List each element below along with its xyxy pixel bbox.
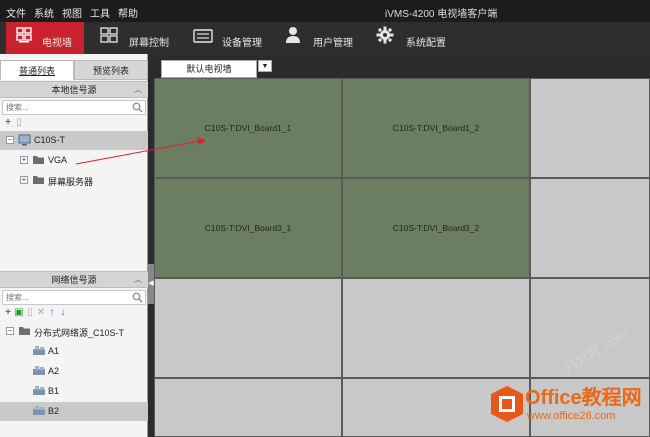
folder-icon <box>18 325 31 338</box>
wall-screen-10[interactable] <box>154 378 342 437</box>
tree-label-distributed-source: 分布式网络源_C10S-T <box>34 328 125 338</box>
tree-node-screen-server[interactable]: + 屏幕服务器 <box>0 171 148 190</box>
tree-node-a2[interactable]: A2 <box>0 362 148 381</box>
watermark-url: www.office26.com <box>527 410 616 422</box>
collapse-icon[interactable]: − <box>6 136 14 144</box>
camera-group-icon <box>32 345 46 358</box>
local-search-input[interactable] <box>3 101 123 114</box>
tree-node-b1[interactable]: B1 <box>0 382 148 401</box>
nav-tv-wall-label: 电视墙 <box>42 38 72 49</box>
expand-icon[interactable]: + <box>20 156 28 164</box>
wall-screen-4[interactable]: C10S-T:DVI_Board3_1 <box>154 178 342 278</box>
tv-wall-grid: C10S-T:DVI_Board1_1 C10S-T:DVI_Board1_2 … <box>154 78 650 437</box>
search-icon[interactable] <box>132 102 143 115</box>
search-icon[interactable] <box>132 292 143 305</box>
tree-node-c10s-t[interactable]: − C10S-T <box>0 131 148 150</box>
app-title: iVMS-4200 电视墙客户端 <box>385 9 498 20</box>
chevron-up-icon[interactable]: ︿ <box>134 272 142 288</box>
move-up-icon[interactable]: ↑ <box>47 307 57 319</box>
local-toolbar: + ▯ <box>3 117 25 129</box>
screen-label: C10S-T:DVI_Board1_1 <box>204 123 292 133</box>
local-source-header[interactable]: 本地信号源 ︿ <box>0 81 148 98</box>
add-icon[interactable]: + <box>3 307 13 319</box>
wall-screen-8[interactable] <box>342 278 530 378</box>
copy-icon[interactable]: ▯ <box>14 117 24 129</box>
nav-screen-control[interactable]: 屏幕控制 <box>98 22 183 54</box>
move-down-icon[interactable]: ↓ <box>58 307 68 319</box>
monitor-icon <box>18 134 31 148</box>
gear-icon <box>376 26 394 46</box>
menu-help[interactable]: 帮助 <box>118 5 138 20</box>
chevron-up-icon[interactable]: ︿ <box>134 82 142 98</box>
watermark-brand: Office教程网 <box>525 387 642 409</box>
office-logo-icon <box>490 385 524 425</box>
wall-screen-6[interactable] <box>530 178 650 278</box>
menu-bar: 文件 系统 视图 工具 帮助 iVMS-4200 电视墙客户端 <box>0 0 650 22</box>
grid-icon <box>100 27 118 45</box>
collapse-icon[interactable]: − <box>6 327 14 335</box>
nav-device-management-label: 设备管理 <box>222 38 262 49</box>
tab-preview-list[interactable]: 预览列表 <box>74 60 148 80</box>
tree-label-a2: A2 <box>48 366 60 376</box>
nav-user-management-label: 用户管理 <box>313 38 353 49</box>
screen-label: C10S-T:DVI_Board1_2 <box>392 123 480 133</box>
copy-icon[interactable]: ▯ <box>25 307 35 319</box>
nav-tv-wall[interactable]: 电视墙 <box>6 22 84 54</box>
network-toolbar: + ▣ ▯ ✕ ↑ ↓ <box>3 307 69 319</box>
menu-tools[interactable]: 工具 <box>90 5 110 20</box>
local-source-title: 本地信号源 <box>51 85 97 95</box>
screen-label: C10S-T:DVI_Board3_2 <box>392 223 480 233</box>
chevron-down-icon[interactable]: ▼ <box>258 60 272 72</box>
tree-label-b1: B1 <box>48 386 60 396</box>
local-search-box <box>2 100 146 115</box>
nav-screen-control-label: 屏幕控制 <box>129 38 169 49</box>
left-panel: 普通列表 预览列表 本地信号源 ︿ +▯ − C10S-T + VGA <box>0 54 148 437</box>
menu-system[interactable]: 系统 <box>34 5 54 20</box>
user-icon <box>285 26 301 46</box>
network-source-title: 网络信号源 <box>51 275 97 285</box>
wall-screen-7[interactable] <box>154 278 342 378</box>
network-search-box <box>2 290 146 305</box>
tree-label-screen-server: 屏幕服务器 <box>48 177 94 187</box>
tab-normal-list[interactable]: 普通列表 <box>0 60 74 80</box>
tree-label-a1: A1 <box>48 346 60 356</box>
camera-group-icon <box>32 365 46 378</box>
device-icon <box>193 29 213 45</box>
wall-screen-3[interactable] <box>530 78 650 178</box>
nav-system-config-label: 系统配置 <box>406 38 446 49</box>
screen-label: C10S-T:DVI_Board3_1 <box>204 223 292 233</box>
tree-label-b2: B2 <box>48 406 60 416</box>
folder-icon <box>32 174 45 187</box>
folder-icon <box>32 154 45 167</box>
tv-wall-select[interactable]: 默认电视墙 <box>161 60 257 78</box>
menu-file[interactable]: 文件 <box>6 5 26 20</box>
tv-wall-icon <box>16 27 32 45</box>
add-icon[interactable]: + <box>3 117 13 129</box>
menu-view[interactable]: 视图 <box>62 5 82 20</box>
nav-system-config[interactable]: 系统配置 <box>376 22 451 54</box>
tree-node-distributed-source[interactable]: − 分布式网络源_C10S-T <box>0 322 148 341</box>
add-group-icon[interactable]: ▣ <box>14 307 24 319</box>
network-search-input[interactable] <box>3 291 123 304</box>
tree-node-vga[interactable]: + VGA <box>0 151 148 170</box>
nav-user-management[interactable]: 用户管理 <box>283 22 368 54</box>
camera-group-icon <box>32 405 46 418</box>
tree-node-b2[interactable]: B2 <box>0 402 148 421</box>
nav-device-management[interactable]: 设备管理 <box>191 22 281 54</box>
wall-screen-5[interactable]: C10S-T:DVI_Board3_2 <box>342 178 530 278</box>
top-nav: 电视墙 屏幕控制 设备管理 用户管理 系统配置 <box>0 22 650 54</box>
tree-node-a1[interactable]: A1 <box>0 342 148 361</box>
tv-wall-area: 默认电视墙 ▼ C10S-T:DVI_Board1_1 C10S-T:DVI_B… <box>154 54 650 437</box>
delete-icon[interactable]: ✕ <box>36 307 46 319</box>
list-tabs: 普通列表 预览列表 <box>0 60 148 80</box>
tree-label-vga: VGA <box>48 155 68 165</box>
camera-group-icon <box>32 385 46 398</box>
expand-icon[interactable]: + <box>20 176 28 184</box>
wall-screen-2[interactable]: C10S-T:DVI_Board1_2 <box>342 78 530 178</box>
tree-label-c10s-t: C10S-T <box>34 135 66 145</box>
network-source-header[interactable]: 网络信号源 ︿ <box>0 271 148 288</box>
wall-screen-1[interactable]: C10S-T:DVI_Board1_1 <box>154 78 342 178</box>
